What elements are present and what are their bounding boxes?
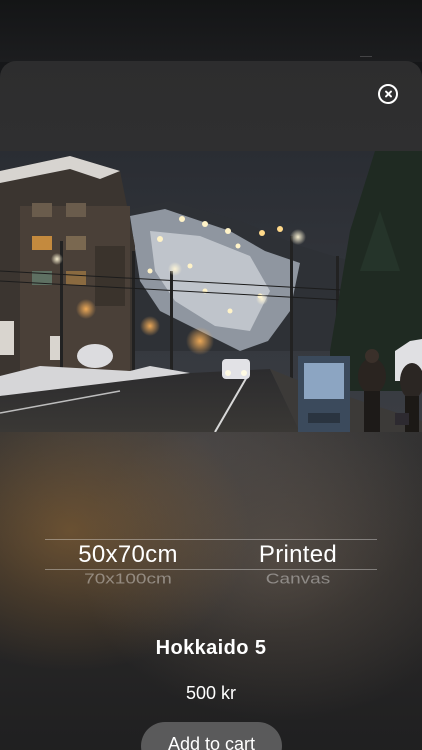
- finish-picker[interactable]: Printed Canvas: [215, 532, 381, 596]
- screen: 50x70cm 70x100cm Printed Canvas Hokkaido…: [0, 0, 422, 750]
- finish-option-next[interactable]: Canvas: [215, 571, 381, 588]
- close-button[interactable]: [378, 84, 398, 104]
- finish-selected[interactable]: Printed: [215, 541, 381, 569]
- product-image: [0, 151, 422, 432]
- add-to-cart-button[interactable]: Add to cart: [141, 722, 282, 750]
- option-picker: 50x70cm 70x100cm Printed Canvas: [45, 532, 377, 596]
- size-picker[interactable]: 50x70cm 70x100cm: [45, 532, 211, 596]
- product-price: 500 kr: [185, 683, 237, 703]
- size-selected[interactable]: 50x70cm: [45, 541, 211, 569]
- backdrop: [0, 0, 422, 62]
- size-option-next[interactable]: 70x100cm: [45, 571, 211, 588]
- product-title: Hokkaido 5: [155, 637, 267, 659]
